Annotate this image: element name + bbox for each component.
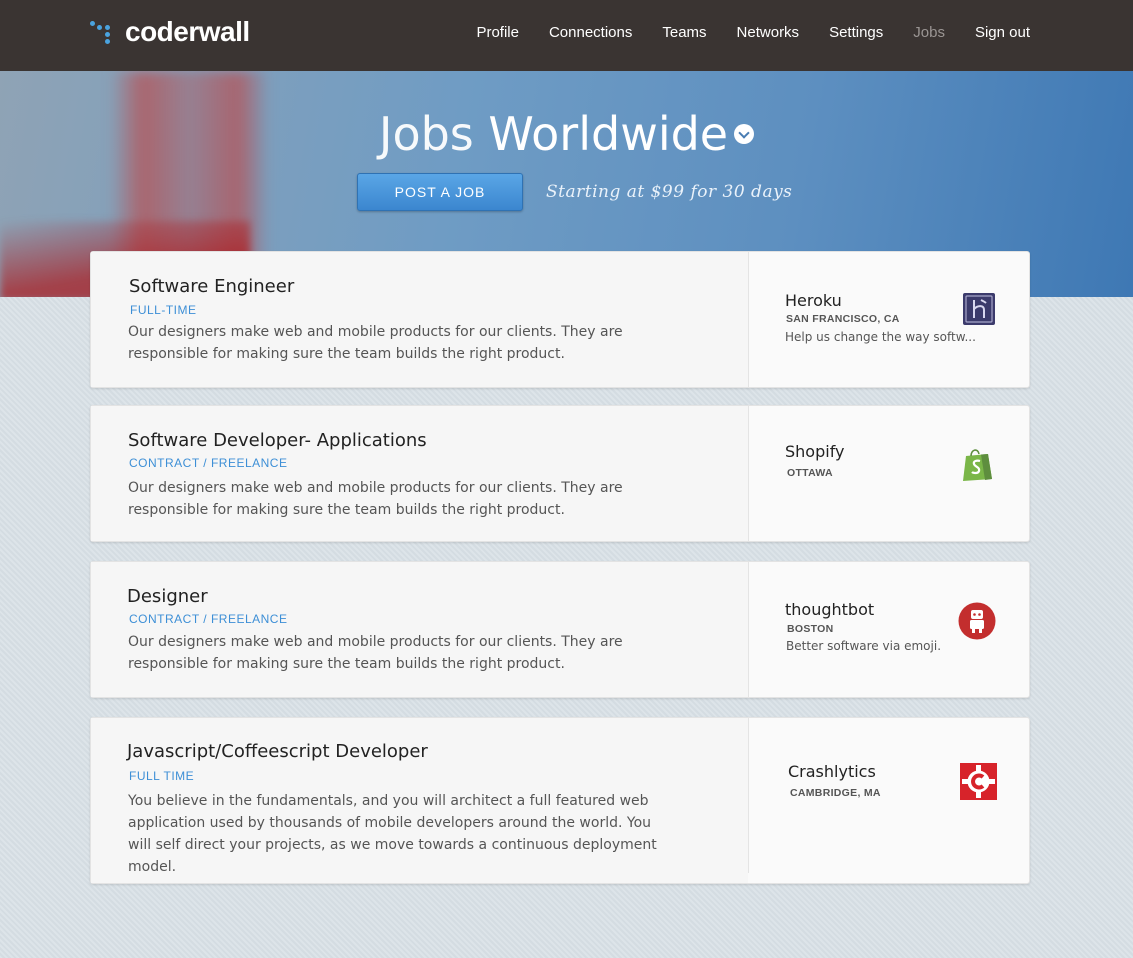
shopify-bag-icon[interactable] (961, 446, 995, 482)
company-name[interactable]: Crashlytics (788, 762, 876, 781)
job-title[interactable]: Javascript/Coffeescript Developer (127, 741, 428, 762)
job-type: FULL-TIME (130, 303, 197, 317)
main-nav: Profile Connections Teams Networks Setti… (446, 0, 1030, 64)
heroku-logo-icon[interactable] (963, 293, 995, 325)
job-description: Our designers make web and mobile produc… (128, 634, 623, 672)
nav-item-networks[interactable]: Networks (737, 24, 800, 41)
page-title: Jobs Worldwide (0, 107, 1133, 161)
nav-item-jobs[interactable]: Jobs (913, 24, 945, 41)
nav-item-sign-out[interactable]: Sign out (975, 24, 1030, 41)
job-card[interactable]: Software Engineer FULL-TIME Our designer… (90, 251, 1030, 388)
logo-wordmark: coderwall (125, 16, 250, 47)
job-title[interactable]: Software Developer- Applications (128, 430, 427, 451)
company-location: BOSTON (787, 623, 834, 635)
coderwall-dots-icon (89, 19, 115, 45)
nav-item-profile[interactable]: Profile (476, 24, 519, 41)
job-title[interactable]: Software Engineer (129, 276, 294, 297)
card-divider (748, 252, 749, 387)
nav-item-settings[interactable]: Settings (829, 24, 883, 41)
company-location: SAN FRANCISCO, CA (786, 313, 900, 325)
job-details (91, 252, 748, 387)
chevron-down-icon[interactable] (734, 124, 755, 144)
card-divider (748, 718, 749, 873)
title-light: Jobs (378, 107, 474, 161)
title-location[interactable]: Worldwide (488, 107, 728, 161)
job-type: CONTRACT / FREELANCE (129, 456, 288, 470)
job-card[interactable]: Software Developer- Applications CONTRAC… (90, 405, 1030, 542)
company-name[interactable]: Heroku (785, 291, 842, 310)
company-tagline: Help us change the way softw... (785, 330, 976, 344)
pricing-tagline: Starting at $99 for 30 days (546, 182, 793, 202)
card-divider (748, 406, 749, 541)
job-title[interactable]: Designer (127, 586, 208, 607)
crashlytics-gear-icon[interactable] (960, 763, 997, 800)
top-navigation-bar: coderwall Profile Connections Teams Netw… (0, 0, 1133, 71)
coderwall-logo[interactable]: coderwall (89, 16, 250, 48)
company-name[interactable]: thoughtbot (785, 600, 874, 619)
company-location: CAMBRIDGE, MA (790, 787, 881, 799)
job-details (91, 562, 748, 697)
post-a-job-button[interactable]: POST A JOB (357, 173, 523, 211)
company-location: OTTAWA (787, 467, 833, 479)
job-card[interactable]: Javascript/Coffeescript Developer FULL T… (90, 717, 1030, 884)
company-tagline: Better software via emoji. (786, 639, 942, 653)
job-description: You believe in the fundamentals, and you… (128, 793, 657, 875)
job-type: CONTRACT / FREELANCE (129, 612, 288, 626)
job-description: Our designers make web and mobile produc… (128, 480, 623, 518)
nav-item-teams[interactable]: Teams (662, 24, 706, 41)
job-card[interactable]: Designer CONTRACT / FREELANCE Our design… (90, 561, 1030, 698)
thoughtbot-robot-icon[interactable] (958, 602, 996, 640)
nav-item-connections[interactable]: Connections (549, 24, 632, 41)
job-description: Our designers make web and mobile produc… (128, 324, 623, 362)
card-divider (748, 562, 749, 697)
job-type: FULL TIME (129, 769, 195, 783)
company-name[interactable]: Shopify (785, 442, 845, 461)
